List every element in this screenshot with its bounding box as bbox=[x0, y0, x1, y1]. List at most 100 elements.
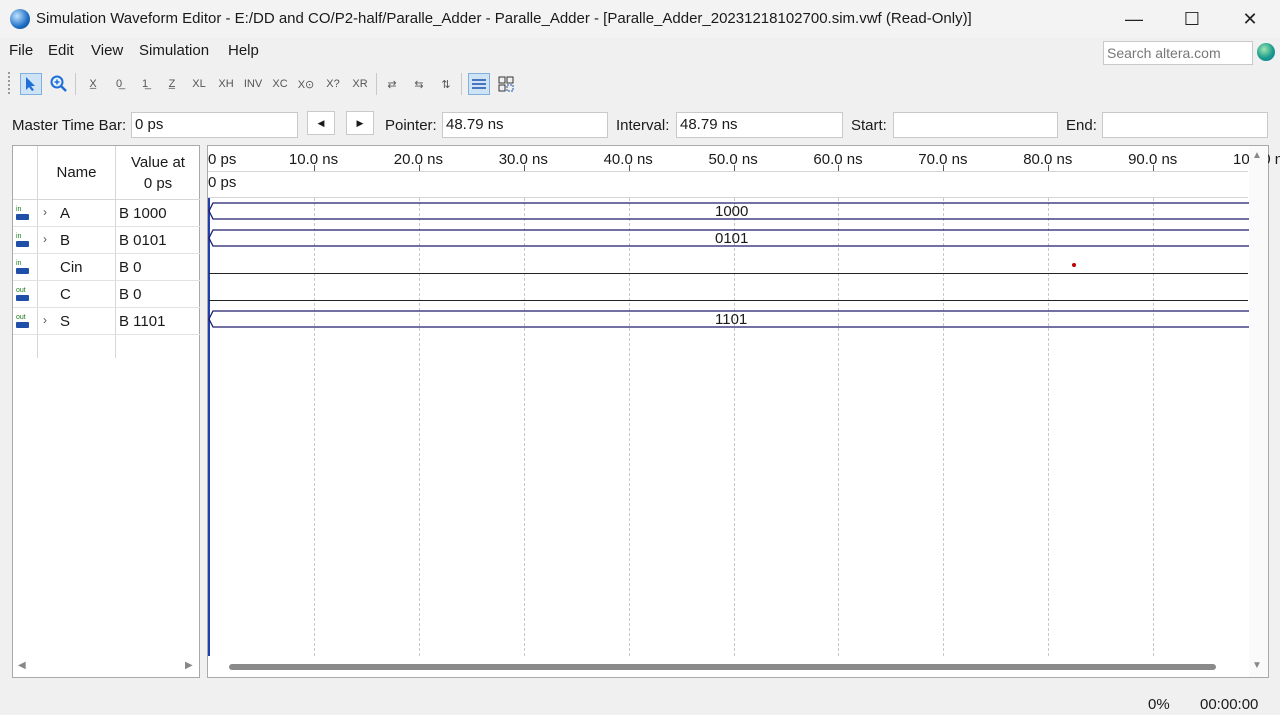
signal-name: S bbox=[60, 313, 71, 330]
time-tick-mark bbox=[733, 165, 735, 171]
expand-chevron-icon[interactable]: › bbox=[43, 313, 47, 327]
time-tick-mark bbox=[1153, 165, 1155, 171]
signal-row[interactable] bbox=[13, 227, 200, 254]
weak-low-icon[interactable]: XL bbox=[188, 73, 210, 95]
minimize-button[interactable]: — bbox=[1105, 0, 1163, 38]
signal-value: B 1000 bbox=[119, 205, 167, 222]
signal-row[interactable] bbox=[13, 200, 200, 227]
vertical-scrollbar[interactable] bbox=[1249, 146, 1268, 677]
master-time-marker[interactable] bbox=[208, 198, 210, 656]
zoom-tool-icon[interactable] bbox=[48, 73, 70, 95]
interval-field: 48.79 ns bbox=[676, 112, 843, 138]
signal-value: B 1101 bbox=[119, 313, 166, 330]
arbitrary-value-icon[interactable]: X? bbox=[322, 73, 344, 95]
signal-value: B 0 bbox=[119, 259, 142, 276]
high-impedance-icon[interactable]: Z̲ bbox=[161, 73, 183, 95]
signal-row[interactable] bbox=[13, 308, 200, 335]
signal-name: A bbox=[60, 205, 71, 222]
time-tick-mark bbox=[418, 165, 420, 171]
input-pin-icon: in bbox=[16, 206, 32, 220]
pointer-label: Pointer: bbox=[385, 117, 437, 134]
name-column-header[interactable]: Name bbox=[38, 164, 115, 181]
logic-low-waveform[interactable] bbox=[209, 300, 1248, 301]
signal-name: Cin bbox=[60, 259, 83, 276]
scroll-up-arrow[interactable]: ▲ bbox=[1252, 150, 1262, 161]
group-icon[interactable]: ⇄ bbox=[381, 73, 403, 95]
search-input[interactable]: Search altera.com bbox=[1103, 41, 1253, 65]
window-title: Simulation Waveform Editor - E:/DD and C… bbox=[36, 10, 972, 27]
force-high-icon[interactable]: 1̲ bbox=[134, 73, 156, 95]
timeline-divider bbox=[208, 171, 1248, 172]
toolbar-separator bbox=[461, 73, 462, 95]
time-grid-line bbox=[1153, 198, 1155, 656]
time-grid-line bbox=[628, 198, 630, 656]
signal-value: B 0 bbox=[119, 286, 142, 303]
signal-name: B bbox=[60, 232, 71, 249]
toolbar-separator bbox=[376, 73, 377, 95]
time-tick-mark bbox=[523, 165, 525, 171]
unknown-value-icon[interactable]: X̲ bbox=[82, 73, 104, 95]
master-time-bar-field[interactable]: 0 ps bbox=[131, 112, 298, 138]
menu-help[interactable]: Help bbox=[228, 42, 259, 59]
signal-row[interactable] bbox=[13, 281, 200, 308]
invert-icon[interactable]: INV bbox=[242, 73, 264, 95]
time-tick-mark bbox=[628, 165, 630, 171]
status-progress: 0% bbox=[1148, 696, 1170, 713]
menu-edit[interactable]: Edit bbox=[48, 42, 74, 59]
sort-icon[interactable]: ⇅ bbox=[435, 73, 457, 95]
waveform-view-icon[interactable] bbox=[468, 73, 490, 95]
scroll-right-arrow[interactable]: ▶ bbox=[185, 660, 193, 671]
output-pin-icon: out bbox=[16, 314, 32, 328]
start-label: Start: bbox=[851, 117, 887, 134]
previous-transition-button[interactable]: ◀ bbox=[307, 111, 335, 135]
scroll-down-arrow[interactable]: ▼ bbox=[1252, 660, 1262, 671]
bus-value-label: 1101 bbox=[715, 311, 748, 328]
count-value-icon[interactable]: XC bbox=[269, 73, 291, 95]
logic-low-waveform[interactable] bbox=[209, 273, 1248, 274]
maximize-button[interactable]: ☐ bbox=[1163, 0, 1221, 38]
time-grid-line bbox=[1048, 198, 1050, 656]
time-tick-mark bbox=[1048, 165, 1050, 171]
end-field[interactable] bbox=[1102, 112, 1268, 138]
toolbar-separator bbox=[75, 73, 76, 95]
time-tick-mark bbox=[313, 165, 315, 171]
time-grid-line bbox=[523, 198, 525, 656]
grid-view-icon[interactable] bbox=[495, 73, 517, 95]
start-field[interactable] bbox=[893, 112, 1058, 138]
random-value-icon[interactable]: XR bbox=[349, 73, 371, 95]
signal-row[interactable] bbox=[13, 254, 200, 281]
pointer-field: 48.79 ns bbox=[442, 112, 608, 138]
horizontal-scrollbar-thumb[interactable] bbox=[229, 664, 1216, 670]
status-elapsed-time: 00:00:00 bbox=[1200, 696, 1259, 713]
force-low-icon[interactable]: 0̲ bbox=[108, 73, 130, 95]
menu-view[interactable]: View bbox=[91, 42, 123, 59]
close-button[interactable]: ✕ bbox=[1221, 0, 1279, 38]
interval-label: Interval: bbox=[616, 117, 670, 134]
time-grid-line bbox=[418, 198, 420, 656]
value-column-header-time: 0 ps bbox=[143, 175, 173, 192]
scroll-left-arrow[interactable]: ◀ bbox=[18, 660, 26, 671]
value-column-header[interactable]: Value at bbox=[116, 154, 200, 171]
bus-value-label: 0101 bbox=[715, 230, 749, 247]
signal-name: C bbox=[60, 286, 71, 303]
toolbar-grip[interactable] bbox=[8, 72, 13, 94]
time-grid-line bbox=[943, 198, 945, 656]
clock-icon[interactable]: X⊙ bbox=[295, 73, 317, 95]
ungroup-icon[interactable]: ⇆ bbox=[408, 73, 430, 95]
input-pin-icon: in bbox=[16, 260, 32, 274]
menu-simulation[interactable]: Simulation bbox=[139, 42, 209, 59]
menu-file[interactable]: File bbox=[9, 42, 33, 59]
expand-chevron-icon[interactable]: › bbox=[43, 205, 47, 219]
weak-high-icon[interactable]: XH bbox=[215, 73, 237, 95]
input-pin-icon: in bbox=[16, 233, 32, 247]
signal-value: B 0101 bbox=[119, 232, 167, 249]
expand-chevron-icon[interactable]: › bbox=[43, 232, 47, 246]
time-tick-label: 0 ps bbox=[208, 151, 237, 168]
marker-row-divider bbox=[208, 197, 1248, 198]
waveform-panel[interactable] bbox=[207, 145, 1269, 678]
globe-icon[interactable] bbox=[1257, 43, 1275, 61]
time-tick-mark bbox=[943, 165, 945, 171]
pointer-tool-icon[interactable] bbox=[20, 73, 42, 95]
output-pin-icon: out bbox=[16, 287, 32, 301]
next-transition-button[interactable]: ▶ bbox=[346, 111, 374, 135]
